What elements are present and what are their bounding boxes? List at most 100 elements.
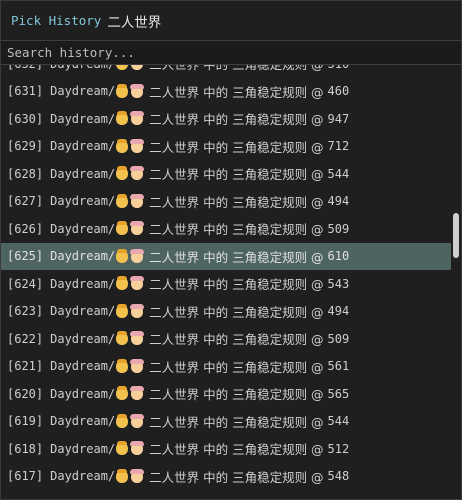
- woman-face-icon: [131, 65, 144, 71]
- woman-face-icon: [130, 193, 145, 208]
- window-title-label: Pick History: [11, 13, 102, 28]
- history-list-item[interactable]: [632] Daydream/ 二人世界 中的 三角稳定规则 @ 310: [1, 65, 451, 78]
- history-list-item[interactable]: [631] Daydream/ 二人世界 中的 三角稳定规则 @ 460: [1, 78, 451, 106]
- history-item-source: Daydream/: [50, 139, 116, 154]
- history-list-item[interactable]: [624] Daydream/ 二人世界 中的 三角稳定规则 @ 543: [1, 270, 451, 298]
- history-item-score: 561: [327, 359, 350, 374]
- title-bar: Pick History 二人世界: [1, 1, 461, 40]
- history-list-item[interactable]: [617] Daydream/ 二人世界 中的 三角稳定规则 @ 548: [1, 463, 451, 491]
- history-item-description: 二人世界 中的 三角稳定规则 @: [145, 65, 327, 73]
- woman-face-icon: [130, 331, 145, 346]
- history-item-score: 460: [327, 84, 350, 99]
- history-item-score: 543: [327, 276, 350, 291]
- history-item-description: 二人世界 中的 三角稳定规则 @: [145, 139, 328, 155]
- man-face-icon: [116, 111, 129, 126]
- history-item-source: Daydream/: [50, 221, 116, 236]
- history-item-source: Daydream/: [50, 414, 116, 429]
- history-list-item[interactable]: [626] Daydream/ 二人世界 中的 三角稳定规则 @ 509: [1, 215, 451, 243]
- history-item-description: 二人世界 中的 三角稳定规则 @: [145, 442, 328, 458]
- history-item-description: 二人世界 中的 三角稳定规则 @: [145, 304, 328, 320]
- history-item-source: Daydream/: [50, 359, 116, 374]
- history-item-score: 610: [327, 249, 350, 264]
- history-item-index: [623]: [7, 304, 44, 319]
- woman-face-icon: [130, 221, 145, 236]
- history-item-source: Daydream/: [50, 111, 116, 126]
- man-face-icon: [116, 358, 129, 373]
- history-item-index: [625]: [7, 249, 44, 264]
- history-item-index: [622]: [7, 331, 44, 346]
- history-item-index: [629]: [7, 139, 44, 154]
- history-item-score: 310: [328, 65, 350, 71]
- history-list-item[interactable]: [621] Daydream/ 二人世界 中的 三角稳定规则 @ 561: [1, 353, 451, 381]
- history-item-score: 548: [327, 469, 350, 484]
- woman-face-icon: [130, 468, 145, 483]
- window-title-value: 二人世界: [107, 14, 162, 31]
- woman-face-icon: [130, 358, 145, 373]
- history-item-index: [621]: [7, 359, 44, 374]
- history-list-item[interactable]: [630] Daydream/ 二人世界 中的 三角稳定规则 @ 947: [1, 105, 451, 133]
- man-face-icon: [116, 276, 129, 291]
- history-list-item[interactable]: [628] Daydream/ 二人世界 中的 三角稳定规则 @ 544: [1, 160, 451, 188]
- woman-face-icon: [130, 111, 145, 126]
- history-item-source: Daydream/: [50, 276, 116, 291]
- woman-face-icon: [130, 386, 145, 401]
- history-list-item[interactable]: [622] Daydream/ 二人世界 中的 三角稳定规则 @ 509: [1, 325, 451, 353]
- history-list-item[interactable]: [620] Daydream/ 二人世界 中的 三角稳定规则 @ 565: [1, 380, 451, 408]
- history-item-score: 512: [327, 441, 350, 456]
- history-item-description: 二人世界 中的 三角稳定规则 @: [145, 84, 328, 100]
- history-list-item[interactable]: [629] Daydream/ 二人世界 中的 三角稳定规则 @ 712: [1, 133, 451, 161]
- history-item-index: [631]: [7, 84, 44, 99]
- history-list-item[interactable]: [623] Daydream/ 二人世界 中的 三角稳定规则 @ 494: [1, 298, 451, 326]
- history-item-source: Daydream/: [50, 166, 116, 181]
- history-item-description: 二人世界 中的 三角稳定规则 @: [145, 249, 328, 265]
- man-face-icon: [116, 83, 129, 98]
- history-item-index: [632]: [7, 65, 43, 71]
- woman-face-icon: [130, 166, 145, 181]
- history-item-source: Daydream/: [50, 331, 116, 346]
- history-item-source: Daydream/: [50, 65, 115, 71]
- man-face-icon: [116, 413, 129, 428]
- history-list-content: [632] Daydream/ 二人世界 中的 三角稳定规则 @ 310 [631]…: [1, 65, 451, 490]
- scrollbar-thumb[interactable]: [453, 213, 459, 258]
- history-list-item[interactable]: [618] Daydream/ 二人世界 中的 三角稳定规则 @ 512: [1, 435, 451, 463]
- history-item-description: 二人世界 中的 三角稳定规则 @: [145, 414, 328, 430]
- history-item-score: 712: [327, 139, 350, 154]
- history-item-description: 二人世界 中的 三角稳定规则 @: [145, 387, 328, 403]
- woman-face-icon: [130, 276, 145, 291]
- history-item-description: 二人世界 中的 三角稳定规则 @: [145, 112, 328, 128]
- man-face-icon: [116, 386, 129, 401]
- man-face-icon: [116, 303, 129, 318]
- man-face-icon: [116, 65, 129, 71]
- history-item-score: 509: [327, 221, 350, 236]
- history-item-description: 二人世界 中的 三角稳定规则 @: [145, 194, 328, 210]
- history-list-item[interactable]: [619] Daydream/ 二人世界 中的 三角稳定规则 @ 544: [1, 408, 451, 436]
- woman-face-icon: [130, 248, 145, 263]
- history-item-index: [619]: [7, 414, 44, 429]
- search-input[interactable]: [1, 41, 461, 64]
- history-item-description: 二人世界 中的 三角稳定规则 @: [145, 332, 328, 348]
- history-item-description: 二人世界 中的 三角稳定规则 @: [145, 277, 328, 293]
- history-list-item[interactable]: [625] Daydream/ 二人世界 中的 三角稳定规则 @ 610: [1, 242, 451, 270]
- man-face-icon: [116, 331, 129, 346]
- history-item-description: 二人世界 中的 三角稳定规则 @: [145, 469, 328, 485]
- history-item-source: Daydream/: [50, 249, 116, 264]
- man-face-icon: [116, 468, 129, 483]
- search-box: [1, 40, 461, 65]
- history-item-source: Daydream/: [50, 304, 116, 319]
- history-list-item[interactable]: [627] Daydream/ 二人世界 中的 三角稳定规则 @ 494: [1, 188, 451, 216]
- history-item-description: 二人世界 中的 三角稳定规则 @: [145, 359, 328, 375]
- history-item-score: 509: [327, 331, 350, 346]
- history-list: [632] Daydream/ 二人世界 中的 三角稳定规则 @ 310 [631]…: [1, 65, 451, 499]
- history-item-score: 544: [327, 166, 350, 181]
- history-item-index: [628]: [7, 166, 44, 181]
- history-item-index: [627]: [7, 194, 44, 209]
- history-item-source: Daydream/: [50, 194, 116, 209]
- history-item-score: 494: [327, 194, 350, 209]
- man-face-icon: [116, 193, 129, 208]
- man-face-icon: [116, 441, 129, 456]
- scrollbar-track[interactable]: [452, 65, 460, 499]
- history-item-index: [620]: [7, 386, 44, 401]
- woman-face-icon: [130, 83, 145, 98]
- history-item-source: Daydream/: [50, 84, 116, 99]
- man-face-icon: [116, 221, 129, 236]
